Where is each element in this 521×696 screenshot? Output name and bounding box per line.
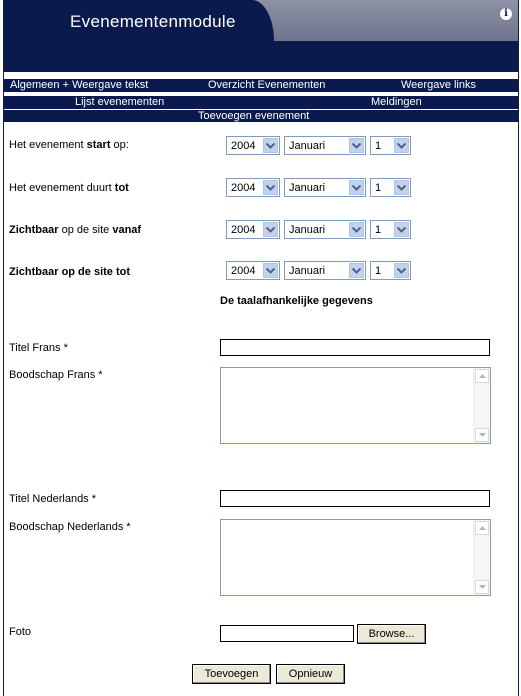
- chevron-down-icon: [263, 222, 278, 237]
- titel-frans-input[interactable]: [220, 339, 490, 356]
- scroll-down-icon[interactable]: [475, 428, 489, 442]
- chevron-down-icon: [394, 222, 409, 237]
- boodschap-nl-label: Boodschap Nederlands *: [9, 521, 131, 533]
- boodschap-nl-textarea[interactable]: [220, 519, 491, 596]
- chevron-down-icon: [263, 263, 278, 278]
- chevron-down-icon: [349, 263, 364, 278]
- foto-label: Foto: [9, 626, 32, 638]
- boodschap-frans-label: Boodschap Frans *: [9, 369, 103, 381]
- start-date-label: Het evenement start op:: [9, 139, 129, 151]
- submit-button[interactable]: Toevoegen: [192, 664, 271, 684]
- chevron-down-icon: [349, 138, 364, 153]
- nav-link-meldingen[interactable]: Meldingen: [371, 96, 422, 109]
- chevron-down-icon: [394, 138, 409, 153]
- scroll-down-icon[interactable]: [475, 580, 489, 594]
- info-icon[interactable]: i: [500, 8, 512, 20]
- scrollbar[interactable]: [473, 520, 490, 595]
- nav-link-overzicht[interactable]: Overzicht Evenementen: [208, 79, 325, 92]
- nav-row-1: Algemeen + Weergave tekst Overzicht Even…: [4, 79, 518, 92]
- nav-link-weergave-links[interactable]: Weergave links: [401, 79, 476, 92]
- foto-file-input[interactable]: [220, 625, 354, 642]
- visible-from-day-select[interactable]: 1: [370, 220, 411, 239]
- boodschap-frans-textarea[interactable]: [220, 367, 491, 444]
- chevron-down-icon: [349, 180, 364, 195]
- scroll-up-icon[interactable]: [475, 369, 489, 383]
- scroll-up-icon[interactable]: [475, 521, 489, 535]
- visible-until-label: Zichtbaar op de site tot: [9, 266, 131, 278]
- app-header: Evenementenmodule i: [4, 0, 518, 72]
- titel-frans-label: Titel Frans *: [9, 342, 68, 354]
- nav-row-3: Toevoegen evenement: [4, 110, 518, 122]
- browse-button[interactable]: Browse...: [357, 624, 426, 644]
- start-day-select[interactable]: 1: [370, 136, 411, 155]
- visible-until-day-select[interactable]: 1: [370, 261, 411, 280]
- chevron-down-icon: [349, 222, 364, 237]
- chevron-down-icon: [394, 180, 409, 195]
- end-year-select[interactable]: 2004: [226, 178, 280, 197]
- titel-nl-input[interactable]: [220, 490, 490, 507]
- chevron-down-icon: [263, 138, 278, 153]
- nav-link-lijst[interactable]: Lijst evenementen: [75, 96, 164, 109]
- chevron-down-icon: [394, 263, 409, 278]
- visible-from-month-select[interactable]: Januari: [284, 220, 366, 239]
- page-title: Evenementenmodule: [70, 12, 236, 31]
- start-month-select[interactable]: Januari: [284, 136, 366, 155]
- nav-link-toevoegen[interactable]: Toevoegen evenement: [198, 110, 309, 122]
- visible-from-label: Zichtbaar op de site vanaf: [9, 224, 142, 236]
- visible-until-month-select[interactable]: Januari: [284, 261, 366, 280]
- titel-nl-label: Titel Nederlands *: [9, 493, 97, 505]
- visible-until-year-select[interactable]: 2004: [226, 261, 280, 280]
- section-title: De taalafhankelijke gegevens: [220, 295, 373, 307]
- end-day-select[interactable]: 1: [370, 178, 411, 197]
- scrollbar[interactable]: [473, 368, 490, 443]
- visible-from-year-select[interactable]: 2004: [226, 220, 280, 239]
- nav-row-2: Lijst evenementen Meldingen: [4, 96, 518, 109]
- end-month-select[interactable]: Januari: [284, 178, 366, 197]
- chevron-down-icon: [263, 180, 278, 195]
- start-year-select[interactable]: 2004: [226, 136, 280, 155]
- nav-link-algemeen[interactable]: Algemeen + Weergave tekst: [10, 79, 148, 92]
- reset-button[interactable]: Opnieuw: [276, 664, 345, 684]
- end-date-label: Het evenement duurt tot: [9, 182, 129, 194]
